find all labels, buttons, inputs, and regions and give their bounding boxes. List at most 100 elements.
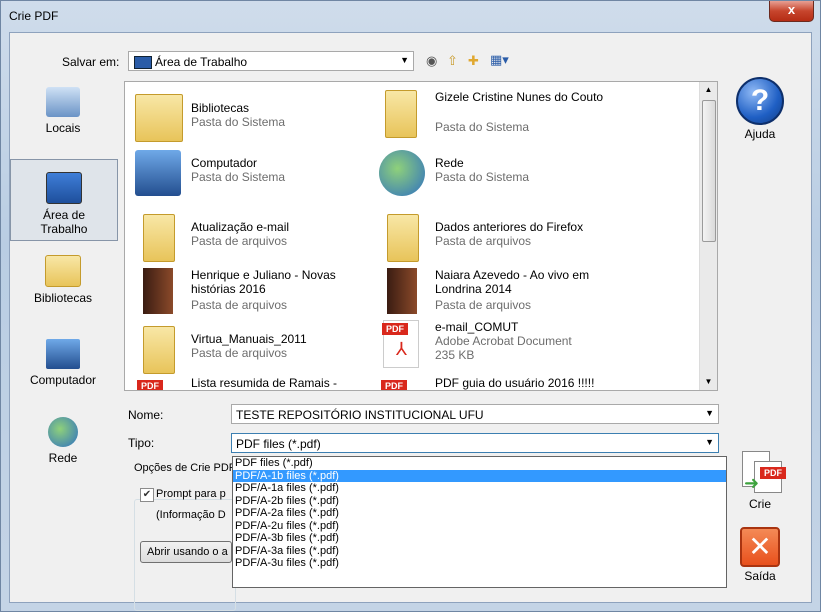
place-label: Bibliotecas [33,291,93,305]
exit-label: Saída [744,569,776,583]
crie-pdf-dialog: Crie PDF x Salvar em: Área de Trabalho ▼… [0,0,821,612]
title-bar: Crie PDF x [1,1,820,31]
file-list[interactable]: Bibliotecas Pasta do Sistema Gizele Cris… [124,81,718,391]
place-area-de-trabalho[interactable]: Área de Trabalho [10,159,118,241]
create-label: Crie [748,497,771,511]
help-label: Ajuda [744,127,776,141]
file-name: e-mail_COMUT [435,320,519,334]
file-type: Pasta de arquivos [435,298,532,312]
place-label: Rede [48,451,78,465]
file-size: 235 KB [435,348,475,362]
recent-places-icon [46,87,80,117]
place-rede[interactable]: Rede [10,417,116,465]
file-name: Atualização e-mail [191,220,290,234]
file-type: Pasta do Sistema [191,115,286,129]
places-bar: Locais Área de Trabalho Bibliotecas Comp… [10,83,120,483]
save-in-combo[interactable]: Área de Trabalho ▼ [128,51,414,71]
list-item[interactable]: PDF PDF guia do usuário 2016 !!!!! [375,372,615,390]
folder-icon [143,214,175,262]
place-label: Área de Trabalho [40,208,88,236]
file-type: Pasta do Sistema [435,170,530,184]
list-item[interactable]: Naiara Azevedo - Ao vivo em Londrina 201… [375,264,615,314]
exit-button[interactable]: ✕ Saída [730,527,790,583]
file-name: Lista resumida de Ramais - [191,376,338,390]
list-item[interactable]: Atualização e-mail Pasta de arquivos [131,210,371,262]
file-name: Henrique e Juliano - Novas histórias 201… [191,268,336,296]
file-type: Pasta do Sistema [435,120,530,134]
save-in-value: Área de Trabalho [155,55,248,69]
back-icon[interactable]: ◉ [426,53,437,69]
dropdown-option[interactable]: PDF/A-3a files (*.pdf) [233,545,726,558]
chevron-down-icon[interactable]: ▼ [705,408,714,418]
file-type: Pasta do Sistema [191,170,286,184]
save-in-label: Salvar em: [62,55,120,69]
network-icon [48,417,78,447]
network-icon [379,150,425,196]
dropdown-option[interactable]: PDF/A-2b files (*.pdf) [233,495,726,508]
dropdown-option[interactable]: PDF/A-1a files (*.pdf) [233,482,726,495]
folder-icon [143,268,173,314]
list-item[interactable]: Rede Pasta do Sistema [375,146,615,196]
folder-icon [387,214,419,262]
dropdown-option[interactable]: PDF files (*.pdf) [233,457,726,470]
type-dropdown-list[interactable]: PDF files (*.pdf) PDF/A-1b files (*.pdf)… [232,456,727,588]
options-group-title: Opções de Crie PDF [134,462,236,474]
folder-icon [387,268,417,314]
libraries-icon [45,255,81,287]
create-button[interactable]: PDF ➜ Crie [730,451,790,511]
list-item[interactable]: Bibliotecas Pasta do Sistema [131,90,371,142]
open-with-button[interactable]: Abrir usando o a [140,541,232,563]
dropdown-option[interactable]: PDF/A-2a files (*.pdf) [233,507,726,520]
pdf-file-icon: PDF [137,376,173,390]
dropdown-option-highlighted[interactable]: PDF/A-1b files (*.pdf) [233,469,726,482]
dropdown-option[interactable]: PDF/A-3u files (*.pdf) [233,557,726,570]
file-name: Virtua_Manuais_2011 [191,332,307,346]
pdf-file-icon: PDF [381,376,417,390]
type-label: Tipo: [128,436,155,450]
dropdown-option[interactable]: PDF/A-2u files (*.pdf) [233,520,726,533]
desktop-icon [46,172,82,204]
file-type-select[interactable]: PDF files (*.pdf) ▼ [231,433,719,453]
computer-icon [46,339,80,369]
dropdown-option[interactable]: PDF/A-3b files (*.pdf) [233,532,726,545]
file-name: Bibliotecas [191,101,250,115]
file-name: PDF guia do usuário 2016 !!!!! [435,376,595,390]
close-button[interactable]: x [769,1,814,22]
file-name: Gizele Cristine Nunes do Couto [435,90,604,104]
file-name-input[interactable]: TESTE REPOSITÓRIO INSTITUCIONAL UFU ▼ [231,404,719,424]
list-item[interactable]: PDF ⅄ e-mail_COMUT Adobe Acrobat Document… [375,316,615,368]
up-folder-icon[interactable]: ⇧ [447,53,458,69]
info-label: (Informação D [156,509,226,521]
list-item[interactable]: Virtua_Manuais_2011 Pasta de arquivos [131,322,371,374]
view-menu-icon[interactable]: ▦▾ [490,52,509,68]
list-item[interactable]: Henrique e Juliano - Novas histórias 201… [131,264,371,314]
list-item[interactable]: PDF Lista resumida de Ramais - [131,372,371,390]
place-locais[interactable]: Locais [10,87,116,135]
chevron-down-icon[interactable]: ▼ [705,437,714,447]
file-type: Pasta de arquivos [191,346,288,360]
name-label: Nome: [128,408,164,422]
user-folder-icon [385,90,417,138]
scroll-thumb[interactable] [702,100,716,242]
place-computador[interactable]: Computador [10,339,116,387]
place-label: Locais [45,121,81,135]
new-folder-icon[interactable]: ✚ [468,53,479,69]
scroll-down-icon[interactable]: ▼ [700,374,717,390]
list-item[interactable]: Gizele Cristine Nunes do Couto Pasta do … [375,86,615,138]
list-item[interactable]: Dados anteriores do Firefox Pasta de arq… [375,210,615,262]
pdf-file-icon: PDF ⅄ [382,320,419,368]
desktop-icon [134,56,152,69]
prompt-checkbox[interactable]: ✔ [140,488,154,502]
create-pdf-icon: PDF ➜ [740,451,786,495]
help-button[interactable]: ? Ajuda [730,77,790,141]
chevron-down-icon: ▼ [400,55,409,65]
file-list-scrollbar[interactable]: ▲ ▼ [699,82,717,390]
file-name: Dados anteriores do Firefox [435,220,584,234]
help-icon: ? [736,77,784,125]
list-item[interactable]: Computador Pasta do Sistema [131,146,371,196]
scroll-up-icon[interactable]: ▲ [700,82,717,98]
exit-icon: ✕ [740,527,780,567]
computer-icon [135,150,181,196]
place-bibliotecas[interactable]: Bibliotecas [10,255,116,305]
folder-icon [143,326,175,374]
